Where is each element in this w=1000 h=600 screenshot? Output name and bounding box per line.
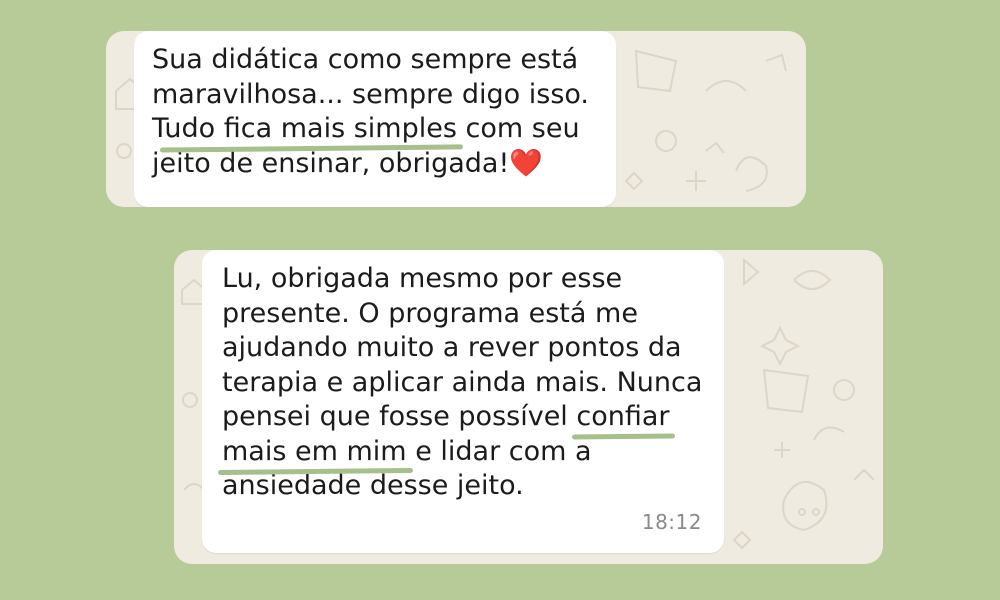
message-line: Sua didática como sempre está (152, 44, 579, 75)
message-bubble: Lu, obrigada mesmo por esse presente. O … (202, 250, 724, 553)
message-line: Tudo fica mais simples com seu (152, 113, 580, 144)
message-line: terapia e aplicar ainda mais. Nunca (222, 366, 703, 398)
message-line: ajudando muito a rever pontos da (222, 332, 682, 363)
heart-emoji-icon: ❤️ (509, 147, 543, 179)
message-bubble: Sua didática como sempre está maravilhos… (134, 31, 616, 207)
highlighted-text: mais em mim (222, 435, 407, 467)
message-line: mais em mim e lidar com a (222, 435, 592, 467)
message-timestamp: 18:12 (641, 509, 702, 534)
message-line: pensei que fosse possível confiar (222, 401, 670, 432)
message-line: presente. O programa está me (222, 297, 638, 329)
message-line: maravilhosa... sempre digo isso. (152, 78, 590, 110)
highlighted-text: confiar (576, 401, 670, 432)
chat-screenshot-1: Sua didática como sempre está maravilhos… (106, 31, 806, 207)
chat-screenshot-2: Lu, obrigada mesmo por esse presente. O … (174, 250, 883, 564)
message-line: Lu, obrigada mesmo por esse (222, 263, 623, 294)
highlighted-text: udo fica mais simples (164, 113, 457, 144)
